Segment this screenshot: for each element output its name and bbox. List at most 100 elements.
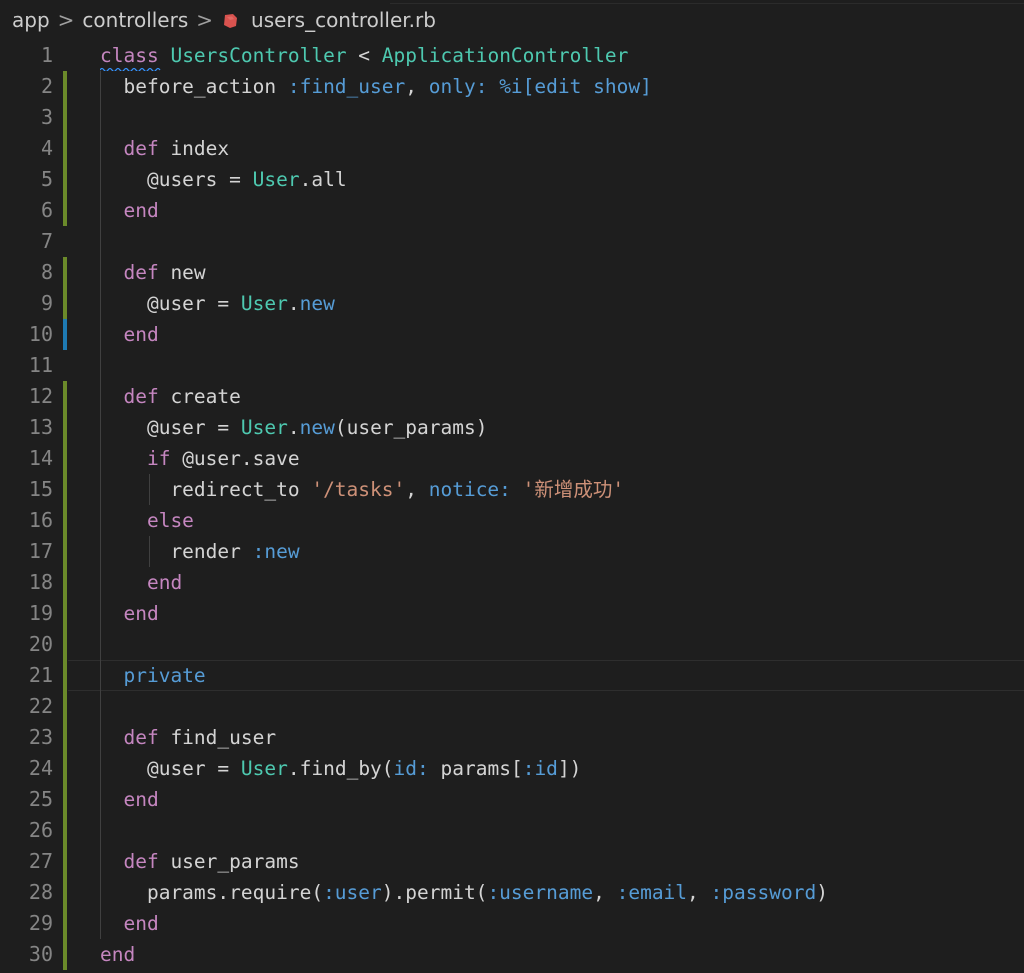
line-number: 17	[28, 539, 53, 563]
line-number: 14	[28, 446, 53, 470]
code-text: end	[100, 784, 158, 815]
code-token: @users	[100, 168, 218, 191]
code-token: .	[287, 292, 300, 315]
code-token: ,	[593, 881, 617, 904]
line-number: 27	[28, 849, 53, 873]
line-number: 21	[28, 663, 53, 687]
code-line[interactable]: 28 params.require(:user).permit(:usernam…	[0, 877, 1024, 908]
code-token: User	[240, 292, 288, 315]
code-text: end	[100, 939, 135, 970]
code-line[interactable]: 30 end	[0, 939, 1024, 970]
line-number: 29	[28, 911, 53, 935]
code-token: @user	[100, 292, 206, 315]
code-token: before_action	[100, 75, 288, 98]
code-line[interactable]: 27 def user_params	[0, 846, 1024, 877]
code-line[interactable]: 25 end	[0, 784, 1024, 815]
code-line[interactable]: 21 private	[0, 660, 1024, 691]
code-line[interactable]: 12 def create	[0, 381, 1024, 412]
code-line[interactable]: 20	[0, 629, 1024, 660]
code-line[interactable]: 29 end	[0, 908, 1024, 939]
code-line[interactable]: 18 end	[0, 567, 1024, 598]
breadcrumb-item-file[interactable]: users_controller.rb	[251, 8, 436, 32]
code-token: redirect_to	[100, 478, 312, 501]
line-number: 18	[28, 570, 53, 594]
code-token: <	[346, 44, 382, 67]
code-line[interactable]: 4 def index	[0, 133, 1024, 164]
code-token: '/tasks'	[311, 478, 406, 501]
code-line[interactable]: 17 render :new	[0, 536, 1024, 567]
code-token: end	[100, 912, 159, 935]
code-token: id:	[393, 757, 429, 780]
ruby-icon	[221, 11, 239, 29]
code-line[interactable]: 13 @user = User.new(user_params)	[0, 412, 1024, 443]
code-line[interactable]: 26	[0, 815, 1024, 846]
code-line[interactable]: 14 if @user.save	[0, 443, 1024, 474]
code-token: :find_user	[287, 75, 406, 98]
code-line[interactable]: 5 @users = User.all	[0, 164, 1024, 195]
line-number: 22	[28, 694, 53, 718]
code-text: end	[100, 195, 159, 226]
code-token: (user_params)	[334, 416, 488, 439]
line-number: 28	[28, 880, 53, 904]
line-number: 7	[40, 229, 53, 253]
code-token: ,	[405, 478, 429, 501]
code-line[interactable]: 23 def find_user	[0, 722, 1024, 753]
code-line[interactable]: 24 @user = User.find_by(id: params[:id])	[0, 753, 1024, 784]
code-line[interactable]: 9 @user = User.new	[0, 288, 1024, 319]
code-token: params.require(	[100, 881, 324, 904]
code-token: ,	[405, 75, 429, 98]
code-editor[interactable]: 1 class UsersController < ApplicationCont…	[0, 40, 1024, 973]
code-line[interactable]: 8 def new	[0, 257, 1024, 288]
code-line[interactable]: 22	[0, 691, 1024, 722]
code-token: =	[217, 168, 253, 191]
code-line[interactable]: 10 end	[0, 319, 1024, 350]
code-token: .all	[299, 168, 347, 191]
code-line[interactable]: 3	[0, 102, 1024, 133]
code-token: ApplicationController	[381, 44, 629, 67]
code-line[interactable]: 6 end	[0, 195, 1024, 226]
code-token: User	[240, 757, 288, 780]
line-number: 23	[28, 725, 53, 749]
code-text: end	[100, 598, 158, 629]
line-number: 3	[40, 105, 53, 129]
line-number: 10	[28, 322, 53, 346]
code-line[interactable]: 19 end	[0, 598, 1024, 629]
breadcrumb-item-app[interactable]: app	[12, 8, 50, 32]
code-text: def user_params	[100, 846, 299, 877]
breadcrumb-item-controllers[interactable]: controllers	[82, 8, 188, 32]
code-line[interactable]: 1 class UsersController < ApplicationCont…	[0, 40, 1024, 71]
code-text: redirect_to '/tasks', notice: '新增成功'	[100, 474, 624, 505]
line-number: 26	[28, 818, 53, 842]
code-token: .find_by(	[287, 757, 394, 780]
code-line[interactable]: 2 before_action :find_user, only: %i[edi…	[0, 71, 1024, 102]
code-text: class UsersController < ApplicationContr…	[100, 40, 628, 71]
code-line[interactable]: 15 redirect_to '/tasks', notice: '新增成功'	[0, 474, 1024, 505]
code-token: end	[100, 571, 183, 594]
code-line[interactable]: 11	[0, 350, 1024, 381]
code-token: end	[100, 323, 159, 346]
code-text: else	[100, 505, 194, 536]
code-text: def new	[100, 257, 205, 288]
code-token: :new	[252, 540, 300, 563]
code-token: end	[100, 199, 159, 222]
code-line[interactable]: 16 else	[0, 505, 1024, 536]
code-text: def create	[100, 381, 241, 412]
line-number: 16	[28, 508, 53, 532]
code-token: UsersController	[170, 44, 347, 67]
code-token: new	[299, 292, 335, 315]
code-token: else	[100, 509, 194, 532]
code-token: )	[816, 881, 828, 904]
line-number: 20	[28, 632, 53, 656]
divider	[390, 3, 1024, 4]
code-token: params[	[428, 757, 523, 780]
code-token: if	[100, 447, 171, 470]
code-text: @user = User.new	[100, 288, 335, 319]
code-token: def	[100, 137, 159, 160]
code-text: @user = User.find_by(id: params[:id])	[100, 753, 581, 784]
code-token: .	[287, 416, 300, 439]
code-line[interactable]: 7	[0, 226, 1024, 257]
code-token: def	[100, 261, 159, 284]
code-token: create	[158, 385, 241, 408]
